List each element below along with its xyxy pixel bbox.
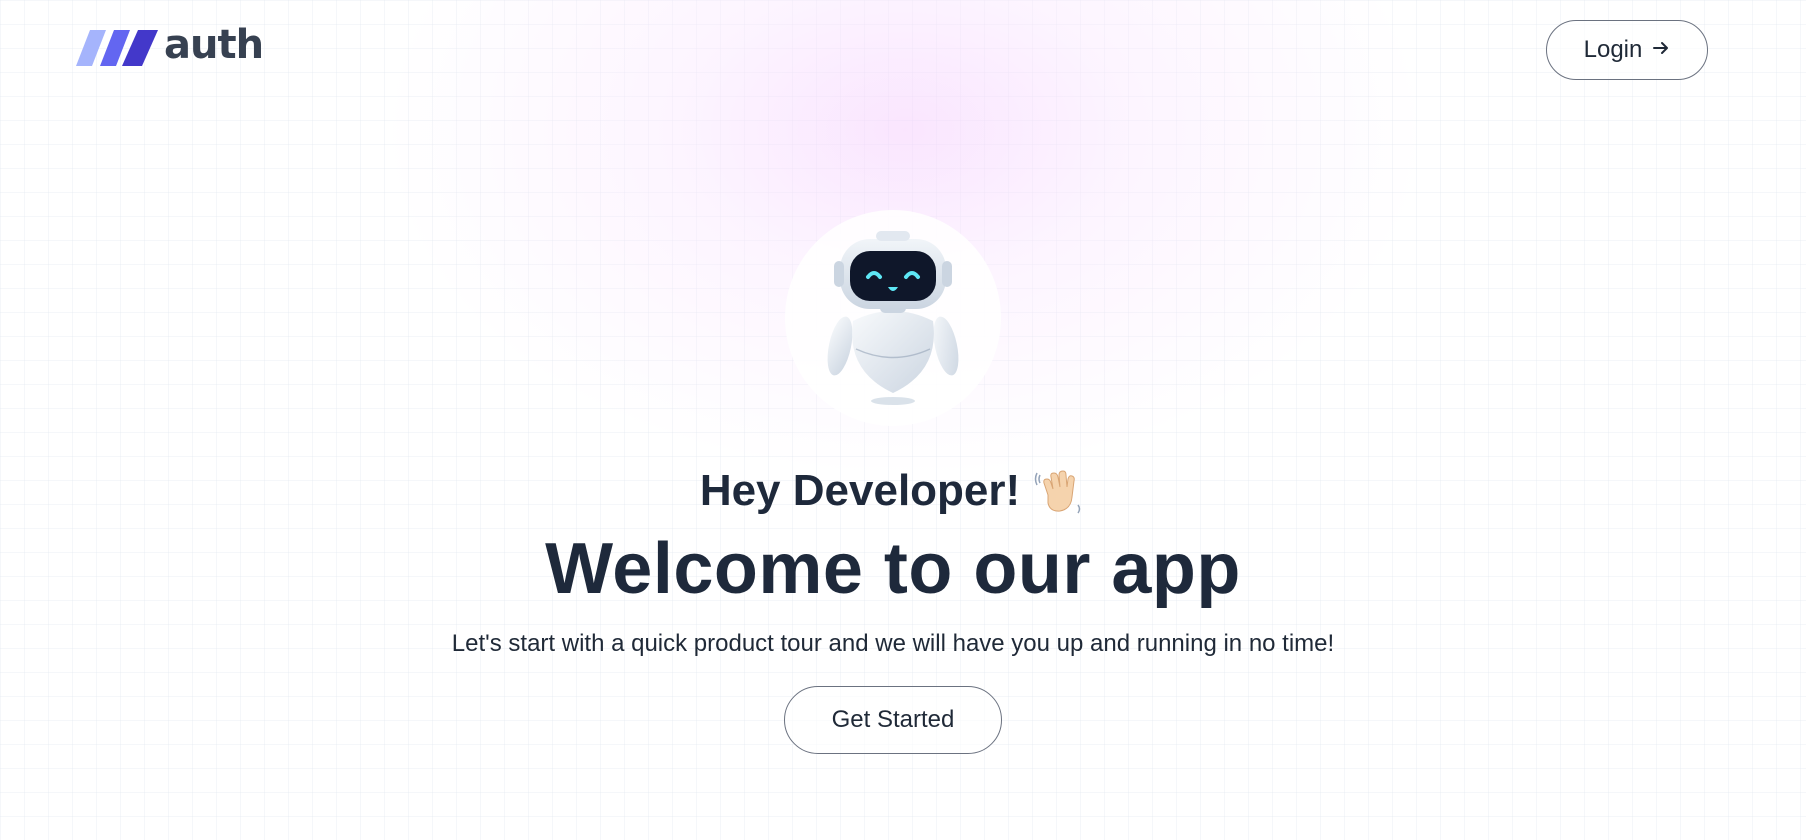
page-title: Welcome to our app — [545, 529, 1241, 609]
greeting: Hey Developer! — [0, 465, 1786, 517]
robot-avatar — [785, 210, 1001, 426]
logo-stripes-icon — [76, 30, 158, 66]
robot-icon — [818, 221, 968, 416]
header: auth Login — [0, 0, 1806, 110]
get-started-button[interactable]: Get Started — [784, 686, 1002, 754]
login-label: Login — [1583, 36, 1643, 63]
login-button[interactable]: Login — [1546, 20, 1708, 80]
waving-hand-icon — [1034, 465, 1086, 517]
logo-text: auth — [164, 22, 264, 68]
subtitle: Let's start with a quick product tour an… — [451, 630, 1335, 657]
logo[interactable]: auth — [76, 25, 264, 66]
greeting-text: Hey Developer! — [699, 466, 1021, 515]
arrow-right-icon — [1652, 36, 1670, 64]
